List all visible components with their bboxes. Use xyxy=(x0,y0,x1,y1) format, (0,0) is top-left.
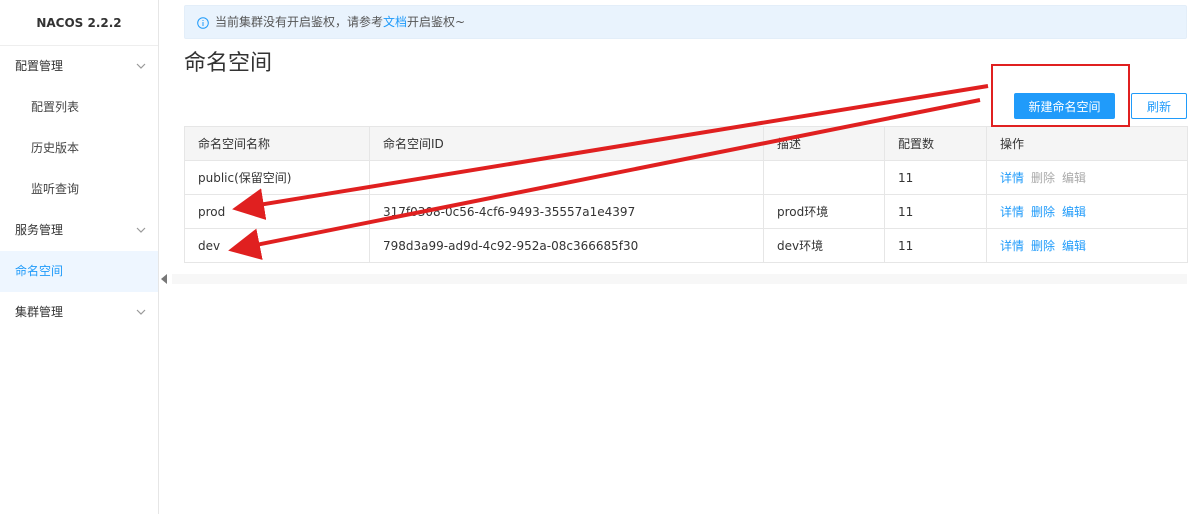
cell-namespace-id xyxy=(369,160,764,195)
chevron-down-icon xyxy=(136,63,146,69)
cell-operations: 详情 删除 编辑 xyxy=(986,194,1188,229)
cell-description: prod环境 xyxy=(763,194,885,229)
cell-namespace-name: dev xyxy=(184,228,370,263)
cell-description: dev环境 xyxy=(763,228,885,263)
refresh-button[interactable]: 刷新 xyxy=(1131,93,1187,119)
cell-namespace-name: public(保留空间) xyxy=(184,160,370,195)
cell-namespace-id: 317f0308-0c56-4cf6-9493-35557a1e4397 xyxy=(369,194,764,229)
cell-config-count: 11 xyxy=(884,160,987,195)
sidebar-item-history[interactable]: 历史版本 xyxy=(0,128,158,169)
table-row: prod 317f0308-0c56-4cf6-9493-35557a1e439… xyxy=(184,194,1188,229)
horizontal-scrollbar[interactable] xyxy=(172,274,1187,284)
detail-link[interactable]: 详情 xyxy=(1000,171,1024,185)
page-title: 命名空间 xyxy=(184,51,273,76)
edit-link[interactable]: 编辑 xyxy=(1062,239,1086,253)
cell-namespace-id: 798d3a99-ad9d-4c92-952a-08c366685f30 xyxy=(369,228,764,263)
sidebar: NACOS 2.2.2 配置管理 配置列表 历史版本 监听查询 服务管理 命名空… xyxy=(0,0,159,514)
sidebar-item-namespace[interactable]: 命名空间 xyxy=(0,251,158,292)
table-row: public(保留空间) 11 详情 删除 编辑 xyxy=(184,160,1188,195)
delete-link-disabled: 删除 xyxy=(1031,171,1056,185)
table-header-row: 命名空间名称 命名空间ID 描述 配置数 操作 xyxy=(184,126,1188,161)
sidebar-group-config[interactable]: 配置管理 xyxy=(0,46,158,87)
cell-description xyxy=(763,160,885,195)
sidebar-group-label: 服务管理 xyxy=(15,223,64,237)
header-config-count: 配置数 xyxy=(884,126,987,161)
detail-link[interactable]: 详情 xyxy=(1000,239,1024,253)
caret-left-icon[interactable] xyxy=(161,274,167,284)
cell-namespace-name: prod xyxy=(184,194,370,229)
docs-link[interactable]: 文档 xyxy=(383,15,407,29)
new-namespace-button[interactable]: 新建命名空间 xyxy=(1014,93,1115,119)
delete-link[interactable]: 删除 xyxy=(1031,239,1055,253)
delete-link[interactable]: 删除 xyxy=(1031,205,1055,219)
sidebar-group-cluster[interactable]: 集群管理 xyxy=(0,292,158,333)
header-namespace-name: 命名空间名称 xyxy=(184,126,370,161)
notice-text-after: 开启鉴权~ xyxy=(407,15,466,29)
chevron-down-icon xyxy=(136,227,146,233)
header-namespace-id: 命名空间ID xyxy=(369,126,764,161)
app-logo: NACOS 2.2.2 xyxy=(0,0,158,46)
auth-notice: 当前集群没有开启鉴权，请参考文档开启鉴权~ xyxy=(184,5,1187,39)
sidebar-group-service[interactable]: 服务管理 xyxy=(0,210,158,251)
header-operations: 操作 xyxy=(986,126,1188,161)
cell-operations: 详情 删除 编辑 xyxy=(986,160,1188,195)
sidebar-group-label: 配置管理 xyxy=(15,59,64,73)
cell-config-count: 11 xyxy=(884,194,987,229)
cell-operations: 详情 删除 编辑 xyxy=(986,228,1188,263)
sidebar-item-listener-query[interactable]: 监听查询 xyxy=(0,169,158,210)
sidebar-group-label: 集群管理 xyxy=(15,305,64,319)
cell-config-count: 11 xyxy=(884,228,987,263)
notice-text: 当前集群没有开启鉴权，请参考文档开启鉴权~ xyxy=(215,6,465,38)
detail-link[interactable]: 详情 xyxy=(1000,205,1024,219)
table-row: dev 798d3a99-ad9d-4c92-952a-08c366685f30… xyxy=(184,228,1188,263)
namespace-table: 命名空间名称 命名空间ID 描述 配置数 操作 public(保留空间) 11 … xyxy=(184,126,1188,263)
edit-link[interactable]: 编辑 xyxy=(1062,205,1086,219)
sidebar-item-config-list[interactable]: 配置列表 xyxy=(0,87,158,128)
notice-text-before: 当前集群没有开启鉴权，请参考 xyxy=(215,15,384,29)
header-description: 描述 xyxy=(763,126,885,161)
edit-link-disabled: 编辑 xyxy=(1062,171,1087,185)
info-circle-icon xyxy=(197,17,209,29)
chevron-down-icon xyxy=(136,309,146,315)
